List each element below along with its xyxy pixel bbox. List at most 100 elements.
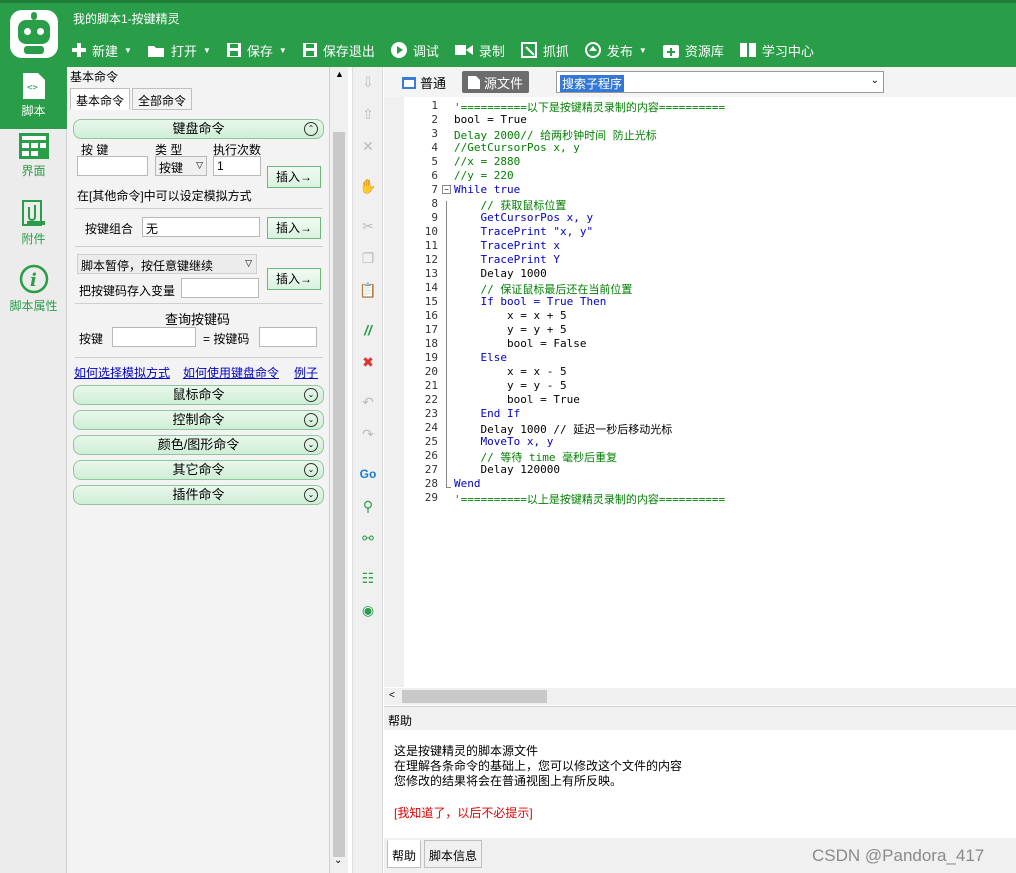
query-key-input[interactable] — [112, 327, 196, 347]
code-line[interactable]: //GetCursorPos x, y — [454, 141, 580, 154]
code-line[interactable]: bool = False — [454, 337, 586, 350]
code-line[interactable]: bool = True — [454, 393, 580, 406]
debug-button[interactable]: 调试 — [390, 38, 439, 62]
combo-input[interactable]: 无 — [142, 217, 260, 237]
control-section-header[interactable]: 控制命令 ⌄ — [73, 410, 324, 430]
replace-icon[interactable]: ⚯ — [359, 529, 377, 547]
code-editor[interactable]: 1 '==========以下是按键精灵录制的内容========== 2 bool … — [384, 97, 1016, 687]
copy-icon[interactable]: ❐ — [359, 249, 377, 267]
code-line[interactable]: End If — [454, 407, 520, 420]
times-input[interactable]: 1 — [213, 156, 261, 176]
save-keycode-input[interactable] — [181, 278, 259, 298]
comment-icon[interactable]: // — [359, 321, 377, 339]
scroll-left-icon[interactable]: < — [389, 690, 395, 701]
open-button[interactable]: 打开 ▼ — [147, 38, 211, 62]
subroutine-search-select[interactable]: 搜索子程序 ⌄ — [556, 71, 884, 93]
tab-basic-commands[interactable]: 基本命令 — [70, 88, 131, 110]
goto-icon[interactable]: Go — [359, 465, 377, 483]
learn-center-button[interactable]: 学习中心 — [739, 38, 814, 62]
code-line[interactable]: TracePrint Y — [454, 253, 559, 266]
expand-icon[interactable]: ⌄ — [304, 438, 318, 452]
publish-button[interactable]: 发布 ▼ — [584, 38, 647, 62]
keyboard-section-header[interactable]: 键盘命令 ⌃ — [73, 119, 324, 139]
resource-button[interactable]: 资源库 — [662, 38, 724, 62]
code-line[interactable]: //x = 2880 — [454, 155, 520, 168]
code-line[interactable]: If bool = True Then — [454, 295, 606, 308]
scrollbar-thumb[interactable] — [402, 690, 547, 703]
code-line[interactable]: TracePrint "x, y" — [454, 225, 593, 238]
collapse-icon[interactable]: ⌃ — [304, 122, 318, 136]
move-down-icon[interactable]: ⇩ — [359, 73, 377, 91]
scroll-up-icon[interactable]: ▲ — [335, 69, 344, 79]
scroll-down-icon[interactable]: ⌄ — [334, 855, 342, 866]
other-section-header[interactable]: 其它命令 ⌄ — [73, 460, 324, 480]
undo-icon[interactable]: ↶ — [359, 393, 377, 411]
insert-combo-button[interactable]: 插入→ — [267, 217, 321, 239]
list-icon[interactable]: ☷ — [359, 569, 377, 587]
tab-script-info[interactable]: 脚本信息 — [424, 840, 483, 868]
tab-all-commands[interactable]: 全部命令 — [132, 88, 193, 110]
move-up-icon[interactable]: ⇧ — [359, 105, 377, 123]
code-line[interactable]: MoveTo x, y — [454, 435, 553, 448]
section-title: 颜色/图形命令 — [157, 437, 240, 452]
mode-normal-button[interactable]: 普通 — [402, 73, 446, 92]
code-line[interactable]: Wend — [454, 477, 481, 490]
pause-select[interactable]: 脚本暂停，按任意键继续 ▽ — [77, 254, 257, 274]
fold-toggle-icon[interactable]: − — [442, 185, 451, 194]
nav-item-properties[interactable]: i 脚本属性 — [0, 264, 67, 316]
editor-horizontal-scrollbar[interactable]: < — [384, 688, 1016, 705]
new-button[interactable]: 新建 ▼ — [72, 38, 132, 62]
insert-key-button[interactable]: 插入→ — [267, 166, 321, 188]
view-icon[interactable]: ◉ — [359, 601, 377, 619]
save-exit-button[interactable]: 保存退出 — [302, 38, 375, 62]
link-example[interactable]: 例子 — [294, 364, 318, 381]
record-button[interactable]: 录制 — [454, 38, 505, 62]
code-line[interactable]: x = x + 5 — [454, 309, 567, 322]
save-button[interactable]: 保存 ▼ — [226, 38, 287, 62]
code-line[interactable]: y = y - 5 — [454, 379, 567, 392]
command-panel-scrollbar[interactable]: ▲ ⌄ — [330, 67, 348, 873]
link-keyboard-usage[interactable]: 如何使用键盘命令 — [183, 364, 279, 381]
code-line[interactable]: y = y + 5 — [454, 323, 567, 336]
code-line[interactable]: Delay 120000 — [454, 463, 559, 476]
hand-icon[interactable]: ✋ — [359, 177, 377, 195]
publish-button-label: 发布 — [606, 43, 633, 59]
code-line[interactable]: //y = 220 — [454, 169, 514, 182]
type-select[interactable]: 按键 ▽ — [155, 156, 207, 176]
nav-item-script[interactable]: <> 脚本 — [0, 67, 67, 129]
cut-icon[interactable]: ✂ — [359, 217, 377, 235]
code-line[interactable]: Delay 1000 — [454, 267, 546, 280]
uncomment-icon[interactable]: ✖ — [359, 353, 377, 371]
code-line[interactable]: TracePrint x — [454, 239, 559, 252]
expand-icon[interactable]: ⌄ — [304, 388, 318, 402]
plugin-section-header[interactable]: 插件命令 ⌄ — [73, 485, 324, 505]
expand-icon[interactable]: ⌄ — [304, 488, 318, 502]
color-image-section-header[interactable]: 颜色/图形命令 ⌄ — [73, 435, 324, 455]
redo-icon[interactable]: ↷ — [359, 425, 377, 443]
expand-icon[interactable]: ⌄ — [304, 463, 318, 477]
code-line[interactable]: '==========以上是按键精灵录制的内容========== — [454, 491, 725, 507]
line-number: 7 — [431, 183, 438, 196]
code-line[interactable]: While true — [454, 183, 520, 196]
tab-help[interactable]: 帮助 — [387, 840, 422, 868]
paste-icon[interactable]: 📋 — [359, 281, 377, 299]
code-line[interactable]: Else — [454, 351, 507, 364]
insert-pause-button[interactable]: 插入→ — [267, 268, 321, 290]
code-line[interactable]: bool = True — [454, 113, 527, 126]
delete-icon[interactable]: ✕ — [359, 137, 377, 155]
code-line[interactable]: GetCursorPos x, y — [454, 211, 593, 224]
mode-source-button[interactable]: 源文件 — [462, 71, 530, 93]
scrollbar-thumb[interactable] — [333, 132, 345, 857]
query-keycode-title: 查询按键码 — [165, 312, 231, 327]
key-input[interactable] — [77, 156, 148, 176]
grab-button[interactable]: 抓抓 — [520, 38, 569, 62]
query-code-input[interactable] — [259, 327, 317, 347]
nav-item-attachment[interactable]: 附件 — [0, 199, 67, 251]
code-line[interactable]: x = x - 5 — [454, 365, 567, 378]
nav-item-layout[interactable]: 界面 — [0, 133, 67, 185]
dismiss-tip-link[interactable]: [我知道了，以后不必提示] — [394, 804, 533, 821]
link-simulation-mode[interactable]: 如何选择模拟方式 — [74, 364, 170, 381]
find-icon[interactable]: ⚲ — [359, 497, 377, 515]
mouse-section-header[interactable]: 鼠标命令 ⌄ — [73, 385, 324, 405]
expand-icon[interactable]: ⌄ — [304, 413, 318, 427]
